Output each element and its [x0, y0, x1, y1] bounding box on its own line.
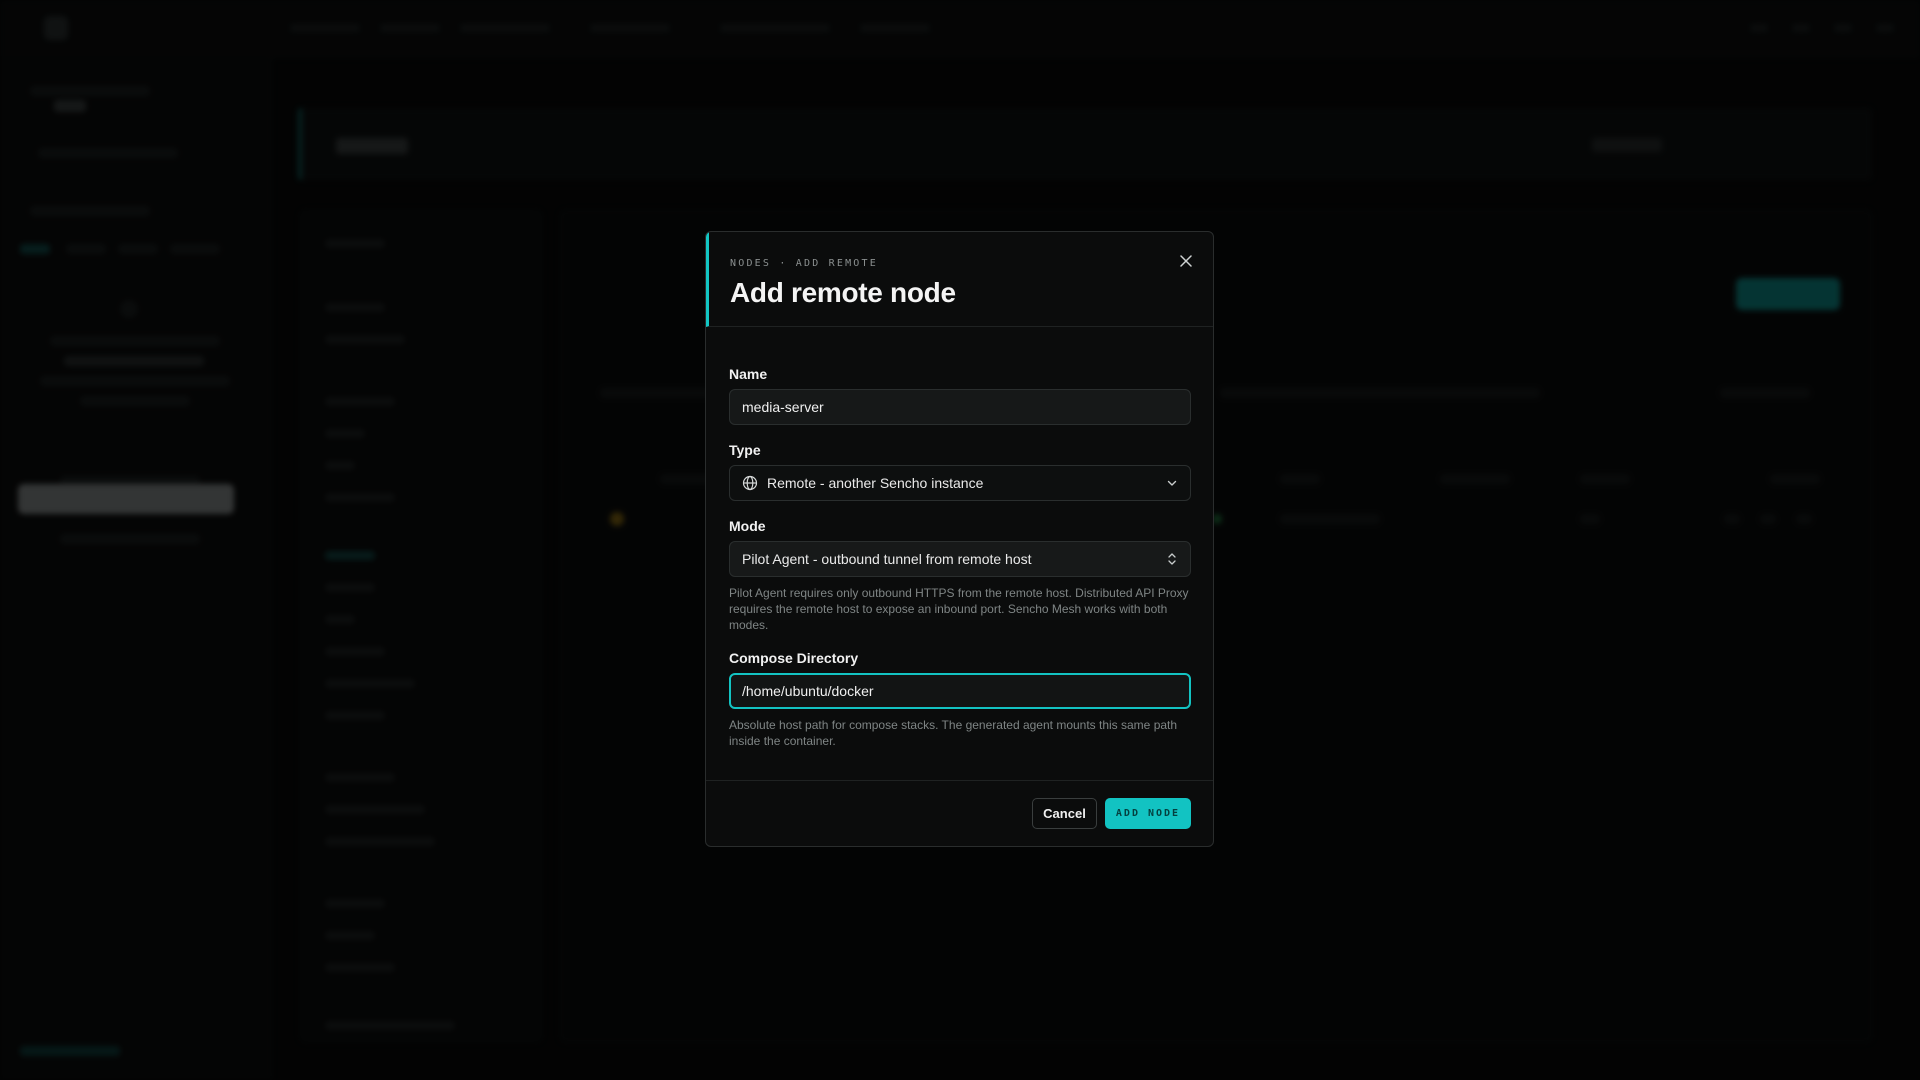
compose-directory-input[interactable]: [742, 683, 1178, 699]
mode-label: Mode: [729, 518, 766, 534]
globe-icon: [742, 475, 758, 491]
dialog-header: NODES · ADD REMOTE Add remote node: [706, 232, 1213, 327]
chevron-up-down-icon: [1166, 552, 1178, 566]
dialog-footer: Cancel ADD NODE: [706, 780, 1213, 846]
name-label: Name: [729, 366, 768, 382]
add-node-button[interactable]: ADD NODE: [1105, 798, 1191, 829]
mode-field-group: Mode Pilot Agent - outbound tunnel from …: [729, 518, 1191, 633]
close-button[interactable]: [1175, 250, 1197, 272]
name-input[interactable]: [742, 399, 1178, 415]
close-icon: [1180, 255, 1192, 267]
mode-select-value: Pilot Agent - outbound tunnel from remot…: [742, 551, 1032, 567]
type-field-group: Type Remote - another Sencho instance: [729, 442, 1191, 501]
dialog-breadcrumb: NODES · ADD REMOTE: [730, 258, 878, 269]
add-remote-node-dialog: NODES · ADD REMOTE Add remote node Name …: [705, 231, 1214, 847]
compose-directory-input-wrapper[interactable]: [729, 673, 1191, 709]
mode-select[interactable]: Pilot Agent - outbound tunnel from remot…: [729, 541, 1191, 577]
compose-directory-label: Compose Directory: [729, 650, 859, 666]
dialog-title: Add remote node: [730, 277, 956, 308]
compose-directory-field-group: Compose Directory Absolute host path for…: [729, 650, 1191, 749]
name-input-wrapper[interactable]: [729, 389, 1191, 425]
cancel-button[interactable]: Cancel: [1032, 798, 1097, 829]
mode-help-text: Pilot Agent requires only outbound HTTPS…: [729, 586, 1189, 632]
type-select-value: Remote - another Sencho instance: [767, 475, 984, 491]
type-label: Type: [729, 442, 761, 458]
compose-directory-help-text: Absolute host path for compose stacks. T…: [729, 718, 1178, 748]
chevron-down-icon: [1166, 477, 1178, 489]
name-field-group: Name: [729, 366, 1191, 425]
type-select[interactable]: Remote - another Sencho instance: [729, 465, 1191, 501]
